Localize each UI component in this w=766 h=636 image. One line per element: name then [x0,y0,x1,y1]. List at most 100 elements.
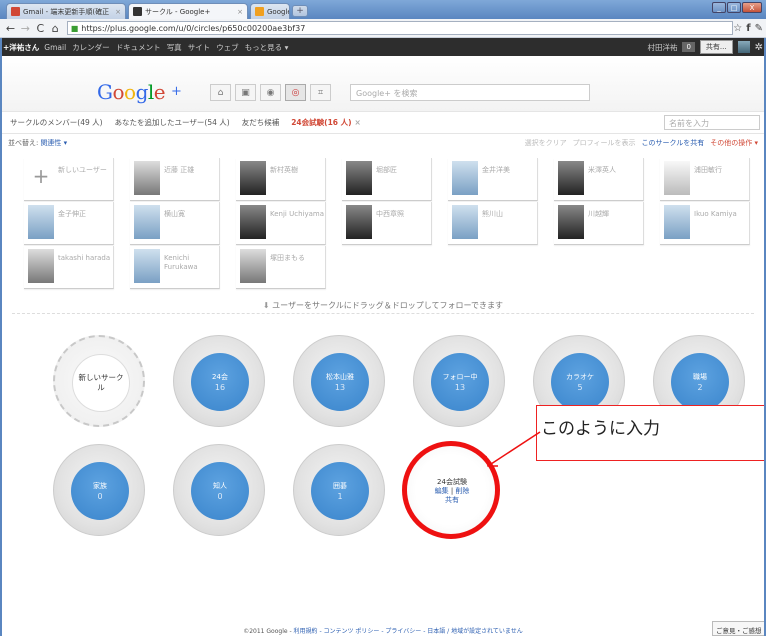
annotation-callout: このように入力 [536,405,766,461]
avatar [240,205,266,239]
notification-count[interactable]: 0 [682,42,695,52]
home-icon[interactable]: ⌂ [210,84,231,101]
person-card[interactable]: 金子伸正 [24,202,114,245]
avatar [452,205,478,239]
feedback-button[interactable]: ご意見・ご感想 [712,621,766,636]
address-bar[interactable]: ■ https://plus.google.com/u/0/circles/p6… [66,21,734,35]
person-name: Kenji Uchiyama [270,210,324,218]
gbar-link-calendar[interactable]: カレンダー [72,42,110,53]
add-new-person-card[interactable]: + 新しいユーザー [24,158,114,201]
down-arrow-icon: ⬇ [262,301,270,310]
share-circle-link[interactable]: このサークルを共有 [641,138,704,148]
avatar [28,249,54,283]
person-card[interactable]: 金井洋美 [448,158,538,201]
sort-dropdown[interactable]: 関連性 ▾ [40,138,67,148]
person-card[interactable]: takashi harada [24,246,114,289]
close-icon[interactable]: × [355,118,361,127]
person-card[interactable]: 堀部匠 [342,158,432,201]
new-circle[interactable]: 新しいサーク ル [53,335,145,427]
gbar-link-web[interactable]: ウェブ [216,42,239,53]
circle-name: フォロー中 [442,373,478,381]
plus-icon: + [32,164,50,188]
back-button[interactable]: ← [3,21,18,36]
person-card[interactable]: 熊川山 [448,202,538,245]
sort-label: 並べ替え: [8,139,39,147]
circle-count: 1 [337,492,343,501]
tab-circles[interactable]: サークル - Google+ × [128,3,248,19]
gbar-link-sites[interactable]: サイト [188,42,211,53]
person-card[interactable]: 近藤 正雄 [130,158,220,201]
avatar[interactable] [737,41,750,53]
tab-suggestions[interactable]: 友だち候補 [242,117,280,128]
tab-gmail[interactable]: Gmail - 端末更新手順(確正 × [6,3,126,19]
tab-google-plus-info[interactable]: Google+(グーグルプラス)へごけ [250,3,290,19]
tab-added-you[interactable]: あなたを追加したユーザー(54 人) [115,117,230,128]
person-card[interactable]: Kenji Uchiyama [236,202,326,245]
person-card[interactable]: 横山寛 [130,202,220,245]
view-profile-link[interactable]: プロフィールを表示 [573,138,636,148]
person-card[interactable]: 中西章照 [342,202,432,245]
google-plus-search-input[interactable]: Google+ を検索 [350,84,590,101]
circle[interactable]: 家族 0 [53,444,145,536]
home-button[interactable]: ⌂ [48,21,63,36]
sort-row: 並べ替え: 関連性 ▾ 選択をクリア プロフィールを表示 このサークルを共有 そ… [0,134,766,152]
profile-icon[interactable]: ◉ [260,84,281,101]
gear-icon[interactable]: ✲ [755,42,763,53]
gbar-link-gmail[interactable]: Gmail [44,43,66,52]
tab-active-circle[interactable]: 24会試験(16 人) × [291,117,361,128]
circle-inner: 24会 16 [191,353,249,411]
person-name: 浦田敏行 [694,166,722,174]
circle[interactable]: 松本山雅 13 [293,335,385,427]
google-plus-logo[interactable]: Google + [97,80,182,104]
gbar-me-link[interactable]: +洋祐さん [3,42,39,53]
person-name: 熊川山 [482,210,503,218]
person-card[interactable]: 新村英樹 [236,158,326,201]
circle[interactable]: 24会 16 [173,335,265,427]
avatar [558,161,584,195]
close-window-button[interactable]: X [742,2,762,13]
clear-selection-link[interactable]: 選択をクリア [525,138,567,148]
name-filter-input[interactable]: 名前を入力 [664,115,760,130]
circle-name: カラオケ [566,373,594,381]
tab-close-icon[interactable]: × [115,8,121,16]
person-card[interactable]: 米澤英人 [554,158,644,201]
tab-close-icon[interactable]: × [237,8,243,16]
circles-icon[interactable]: ◎ [285,84,306,101]
circle-inner: カラオケ 5 [551,353,609,411]
forward-button[interactable]: → [18,21,33,36]
hangouts-icon[interactable]: ⌗ [310,84,331,101]
tab-circle-members[interactable]: サークルのメンバー(49 人) [10,117,103,128]
person-card[interactable]: 川越輝 [554,202,644,245]
circle[interactable]: 知人 0 [173,444,265,536]
circle-inner: 知人 0 [191,462,249,520]
person-name: 近藤 正雄 [164,166,195,174]
star-icon[interactable]: ☆ [733,23,742,34]
minimize-button[interactable]: _ [712,2,726,13]
main-nav: ⌂ ▣ ◉ ◎ ⌗ [210,84,331,101]
circle-name: 家族 [93,482,107,490]
wrench-icon[interactable]: ✎ [755,23,763,34]
gmail-icon [11,7,20,16]
new-tab-button[interactable]: + [292,5,308,17]
circle-name: 囲碁 [333,482,347,490]
share-button[interactable]: 共有... [699,40,733,54]
footer-links[interactable]: 利用規約 - コンテンツ ポリシー - プライバシー - 日本語 / 地域が設定… [294,628,523,635]
circle[interactable]: 囲碁 1 [293,444,385,536]
reload-button[interactable]: C [33,21,48,36]
person-card[interactable]: Kenichi Furukawa [130,246,220,289]
gbar-link-more[interactable]: もっと見る ▾ [245,42,289,53]
person-card[interactable]: 塚田まもる [236,246,326,289]
circle[interactable]: フォロー中 13 [413,335,505,427]
circle-count: 5 [577,383,583,392]
more-actions-link[interactable]: その他の操作 ▾ [710,138,758,148]
facebook-icon[interactable]: f [746,23,750,34]
photos-icon[interactable]: ▣ [235,84,256,101]
person-name: 金井洋美 [482,166,510,174]
person-card[interactable]: 浦田敏行 [660,158,750,201]
user-name[interactable]: 村田洋祐 [647,42,677,53]
circle-inner: フォロー中 13 [431,353,489,411]
gbar-link-docs[interactable]: ドキュメント [116,42,161,53]
maximize-button[interactable]: □ [727,2,741,13]
person-card[interactable]: Ikuo Kamiya [660,202,750,245]
gbar-link-photos[interactable]: 写真 [167,42,182,53]
